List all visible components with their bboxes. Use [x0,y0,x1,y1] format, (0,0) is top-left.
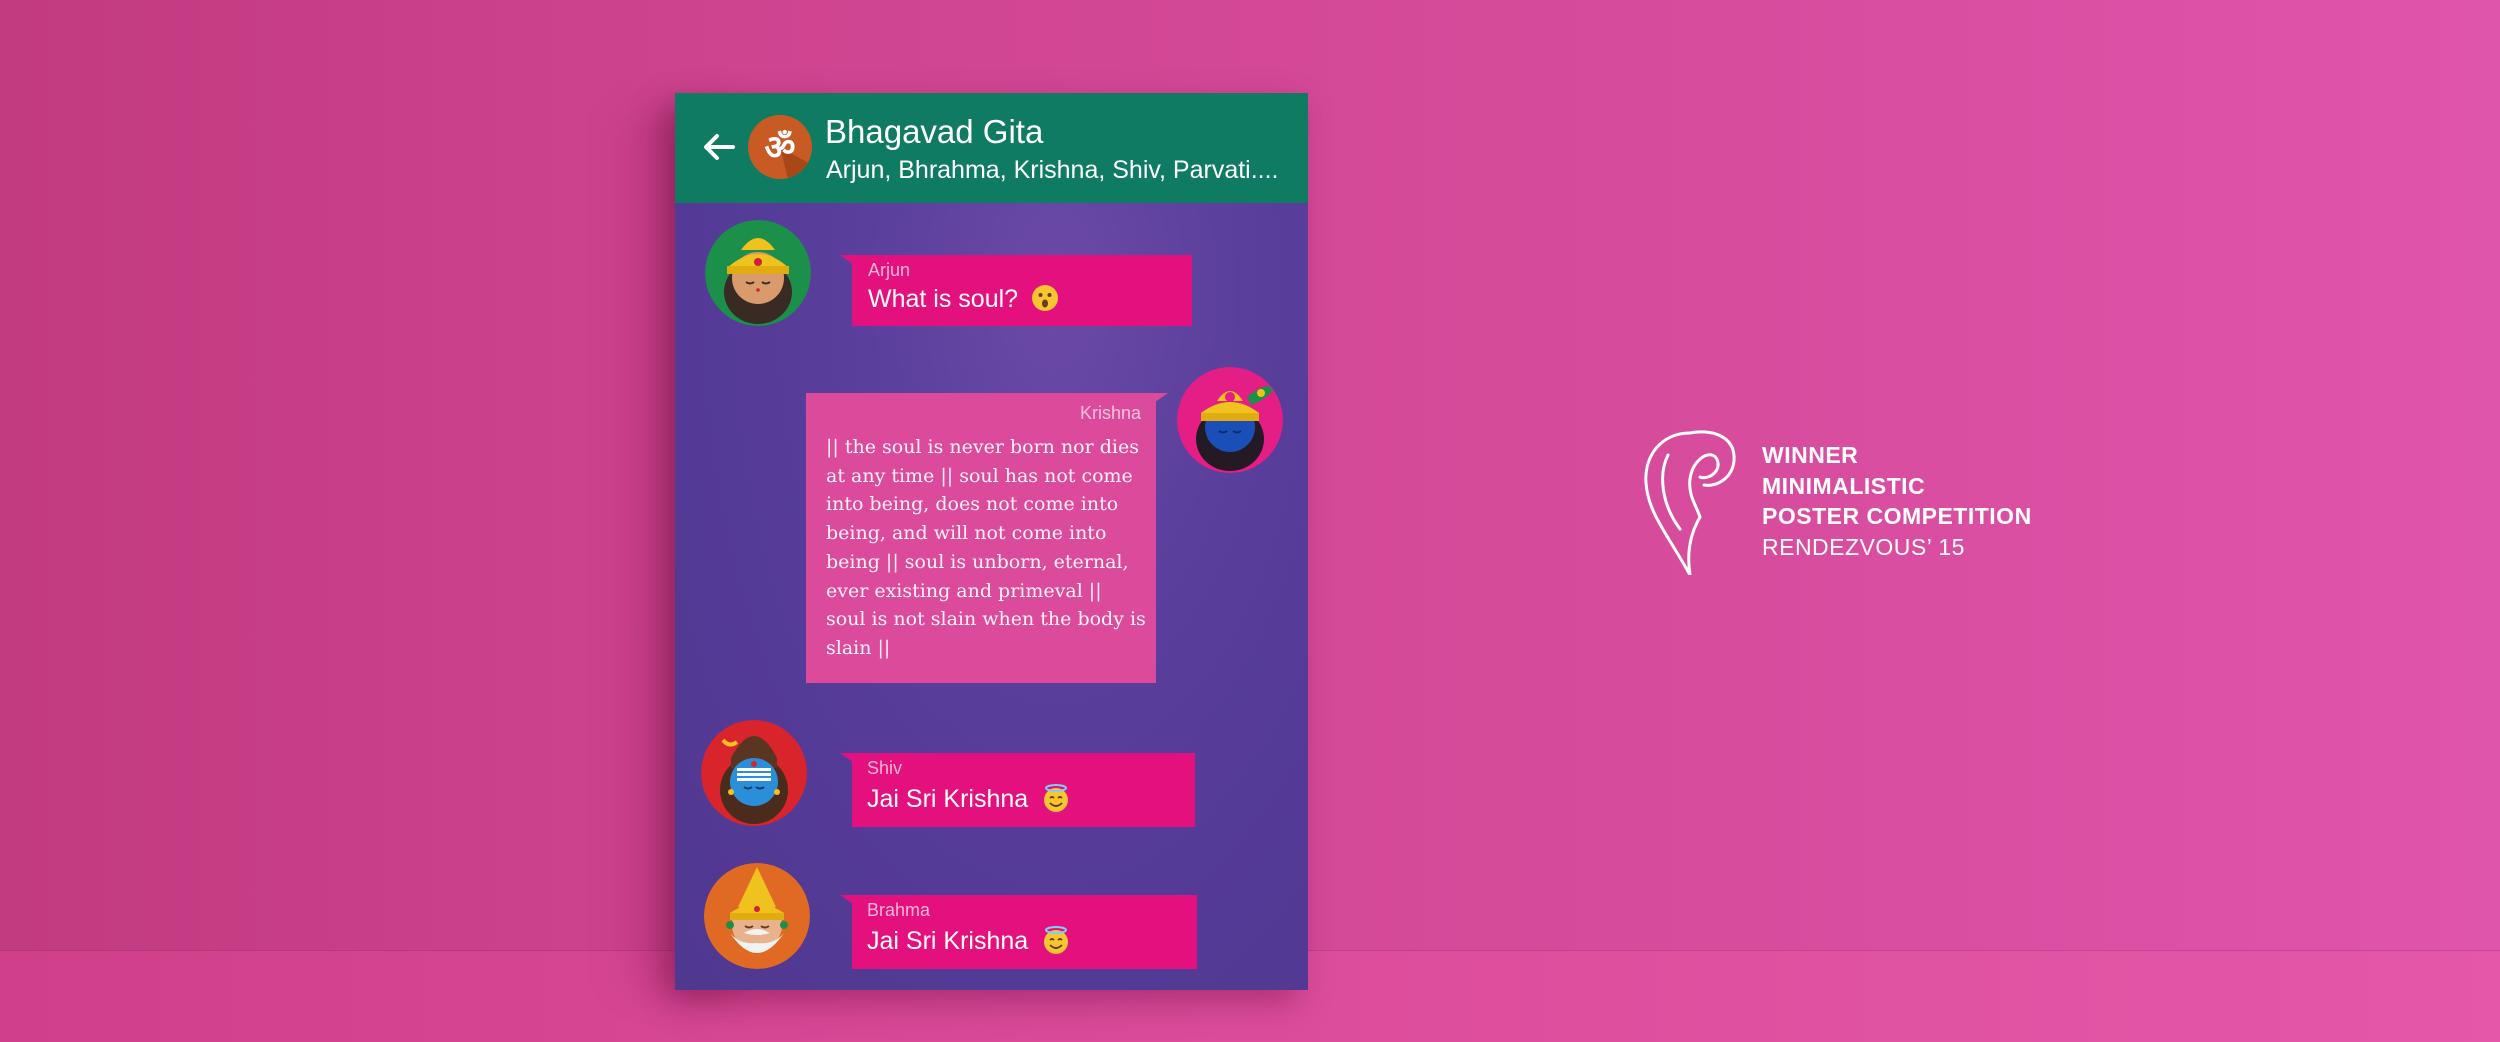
group-participants: Arjun, Bhrahma, Krishna, Shiv, Parvati..… [826,156,1279,184]
message-bubble-arjun[interactable]: Arjun What is soul? [840,255,1192,326]
message-bubble-brahma[interactable]: Brahma Jai Sri Krishna [840,895,1197,969]
award-text: WINNER MINIMALISTIC POSTER COMPETITION R… [1762,440,2032,562]
message-text: What is soul? [868,284,1059,314]
chat-header: ॐ Bhagavad Gita Arjun, Bhrahma, Krishna,… [675,93,1308,203]
award-line-2: MINIMALISTIC [1762,472,1926,499]
avatar-arjun[interactable] [705,220,811,326]
avatar-brahma[interactable] [704,863,810,969]
bubble-tail [1148,393,1168,407]
om-icon: ॐ [748,115,812,179]
avatar-krishna[interactable] [1177,367,1283,473]
bubble-tail [840,895,860,909]
avatar-shiv[interactable] [701,720,807,826]
group-title[interactable]: Bhagavad Gita [825,113,1043,151]
award-line-4: RENDEZVOUS’ 15 [1762,533,1965,560]
message-bubble-shiv[interactable]: Shiv Jai Sri Krishna [840,753,1195,827]
bubble-tail [840,753,860,767]
message-sender: Arjun [868,260,911,280]
krishna-avatar-icon [1177,367,1283,473]
smiling-face-with-halo-icon [1044,783,1069,812]
astonished-face-icon [1032,284,1059,311]
message-text: Jai Sri Krishna [867,783,1071,814]
message-bubble-krishna[interactable]: Krishna || the soul is never born nor di… [806,393,1168,683]
message-text: Jai Sri Krishna [867,925,1071,956]
back-arrow-icon[interactable] [699,127,739,167]
award-logo-icon [1644,430,1736,575]
chat-poster: ॐ Bhagavad Gita Arjun, Bhrahma, Krishna,… [675,93,1308,990]
message-sender: Shiv [867,758,903,778]
message-sender: Brahma [867,900,931,920]
message-sender: Krishna [1079,403,1141,423]
group-avatar[interactable]: ॐ [748,115,812,179]
shiv-avatar-icon [701,720,807,826]
arjun-avatar-icon [705,220,811,326]
message-text: || the soul is never born nor dies at an… [826,436,1146,659]
award-line-3: POSTER COMPETITION [1762,503,2032,529]
bubble-tail [840,255,860,269]
award-line-1: WINNER [1762,442,1859,468]
smiling-face-with-halo-icon [1044,925,1069,954]
svg-text:ॐ: ॐ [764,128,795,168]
brahma-avatar-icon [704,863,810,969]
